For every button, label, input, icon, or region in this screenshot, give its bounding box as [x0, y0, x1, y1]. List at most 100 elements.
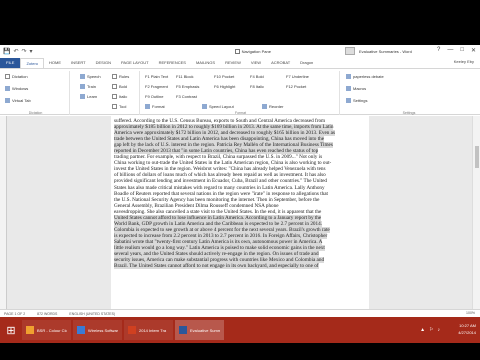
maximize-button[interactable]: □: [460, 47, 464, 54]
tab-acrobat[interactable]: ACROBAT: [266, 58, 295, 68]
tool-checkbox[interactable]: [112, 104, 117, 109]
format-f5-label: F5 Emphasis: [176, 84, 200, 89]
vertical-scrollbar[interactable]: [472, 116, 480, 309]
taskbar-app-button[interactable]: 2014 Intern Tra: [124, 320, 173, 340]
start-button[interactable]: ⊞: [0, 317, 22, 343]
tab-dragon[interactable]: Dragon: [295, 58, 318, 68]
redo-icon[interactable]: ↷: [22, 48, 27, 55]
vertical-ruler: [0, 116, 7, 309]
paperless-debate-button[interactable]: paperless debate: [346, 74, 384, 79]
train-icon: [80, 84, 85, 89]
document-body[interactable]: suffered. According to the U.S. Census B…: [114, 118, 366, 270]
taskbar-app-button[interactable]: BSR - Colour Clos: [22, 320, 71, 340]
app-icon: [77, 326, 85, 334]
ribbon: Dictation Windows Virtual Tab Dictation …: [0, 68, 480, 115]
tab-insert[interactable]: INSERT: [66, 58, 91, 68]
format-f7[interactable]: F6 Highlight: [214, 84, 235, 89]
taskbar-buttons: BSR - Colour Clos Wireless Softwar 2014 In…: [22, 320, 226, 340]
minimize-button[interactable]: —: [447, 47, 453, 54]
tab-page-layout[interactable]: PAGE LAYOUT: [116, 58, 154, 68]
tab-file[interactable]: FILE: [0, 58, 21, 68]
volume-icon[interactable]: ♪: [438, 327, 441, 333]
navigation-pane-label: Navigation Pane: [241, 49, 271, 54]
macros-button[interactable]: Macros: [346, 86, 366, 91]
format-f3[interactable]: F11 Block: [176, 74, 194, 79]
taskbar-app-button[interactable]: Evaluative Summari: [175, 320, 224, 340]
tab-review[interactable]: REVIEW: [220, 58, 246, 68]
format-f5[interactable]: F5 Emphasis: [176, 84, 199, 89]
speech-button[interactable]: Speech: [80, 74, 101, 79]
virtual-tab-button[interactable]: Virtual Tab: [5, 98, 31, 103]
document-line[interactable]: Colombia is expected to see growth at or…: [114, 226, 366, 233]
paperless-debate-icon: [346, 74, 351, 79]
settings-button[interactable]: Settings: [346, 98, 367, 103]
macros-icon: [346, 86, 351, 91]
taskbar-app-label: 2014 Intern Tra: [139, 327, 167, 333]
page-count[interactable]: PAGE 1 OF 2: [4, 312, 25, 316]
format-f6-label: F3 Contrast: [176, 94, 197, 99]
flag-icon[interactable]: ⚐: [429, 327, 433, 333]
format-f1[interactable]: F1 Plain Text: [145, 74, 168, 79]
zoom-level[interactable]: 100%: [466, 311, 475, 315]
format-f11-label: F7 Underline: [286, 74, 309, 79]
speech-group: Speech Rules Train Bold Learn Italic Too…: [72, 71, 140, 115]
document-line-text: World Bank, GDP growth in Latin America …: [114, 220, 322, 227]
format-button[interactable]: Format: [145, 104, 165, 109]
format-f10[interactable]: F10 Pocket: [214, 74, 234, 79]
format-icon: [145, 104, 150, 109]
italic-button[interactable]: Italic: [112, 94, 127, 99]
format-f6[interactable]: F3 Contrast: [176, 94, 197, 99]
bold-button[interactable]: Bold: [112, 84, 127, 89]
bold-label: Bold: [119, 84, 128, 89]
document-line[interactable]: Brazil. The United States cannot afford …: [114, 263, 366, 270]
format-group-label: Format: [234, 111, 247, 115]
reorder-button[interactable]: Reorder: [262, 104, 283, 109]
customize-qat-icon[interactable]: ▾: [30, 48, 33, 55]
format-f11[interactable]: F7 Underline: [286, 74, 309, 79]
dictation-checkbox[interactable]: [5, 74, 10, 79]
bold-checkbox[interactable]: [112, 84, 117, 89]
format-f8[interactable]: F8 Italic: [250, 84, 264, 89]
tab-design[interactable]: DESIGN: [91, 58, 116, 68]
format-f10-label: F10 Pocket: [214, 74, 235, 79]
taskbar-app-button[interactable]: Wireless Softwar: [73, 320, 122, 340]
tab-references[interactable]: REFERENCES: [154, 58, 191, 68]
rules-label: Rules: [119, 74, 130, 79]
close-button[interactable]: ✕: [471, 47, 476, 54]
navigation-pane-checkbox[interactable]: [234, 49, 240, 54]
italic-checkbox[interactable]: [112, 94, 117, 99]
clock[interactable]: 10:27 AM 4/27/2014: [458, 322, 476, 336]
user-name[interactable]: Keeley Eby: [454, 59, 474, 64]
undo-icon[interactable]: ↶: [13, 48, 18, 55]
reorder-label: Reorder: [269, 104, 284, 109]
tab-view[interactable]: VIEW: [246, 58, 266, 68]
navigation-pane-toggle[interactable]: Navigation Pane: [234, 49, 271, 54]
rules-button[interactable]: Rules: [112, 74, 129, 79]
train-button[interactable]: Train: [80, 84, 96, 89]
show-hidden-icons-icon[interactable]: ▲: [420, 327, 425, 333]
proofing-language[interactable]: ENGLISH (UNITED STATES): [69, 312, 115, 316]
format-f4[interactable]: F4 Bold: [250, 74, 264, 79]
windows-button[interactable]: Windows: [5, 86, 28, 91]
speed-layout-button[interactable]: Speed Layout: [202, 104, 234, 109]
scrollbar-thumb[interactable]: [475, 146, 479, 168]
dictation-button[interactable]: Dictation: [5, 74, 28, 79]
learn-button[interactable]: Learn: [80, 94, 97, 99]
document-page[interactable]: suffered. According to the U.S. Census B…: [111, 116, 369, 309]
tab-zotero[interactable]: Zotero: [20, 58, 45, 68]
format-f2[interactable]: F2 Fragment: [145, 84, 168, 89]
format-f9[interactable]: F9 Outline: [145, 94, 163, 99]
window-title: Evaluative Summaries - Word: [359, 48, 412, 54]
tab-home[interactable]: HOME: [44, 58, 66, 68]
tool-label: Tool: [119, 104, 127, 109]
rules-checkbox[interactable]: [112, 74, 117, 79]
save-icon[interactable]: 💾: [3, 48, 10, 55]
tool-button[interactable]: Tool: [112, 104, 126, 109]
word-count[interactable]: 872 WORDS: [37, 312, 57, 316]
clock-date: 4/27/2014: [458, 330, 476, 335]
help-icon[interactable]: ?: [437, 47, 440, 54]
speech-label: Speech: [87, 74, 101, 79]
format-f12[interactable]: F12 Pocket: [286, 84, 306, 89]
settings-label: Settings: [353, 98, 368, 103]
tab-mailings[interactable]: MAILINGS: [191, 58, 220, 68]
